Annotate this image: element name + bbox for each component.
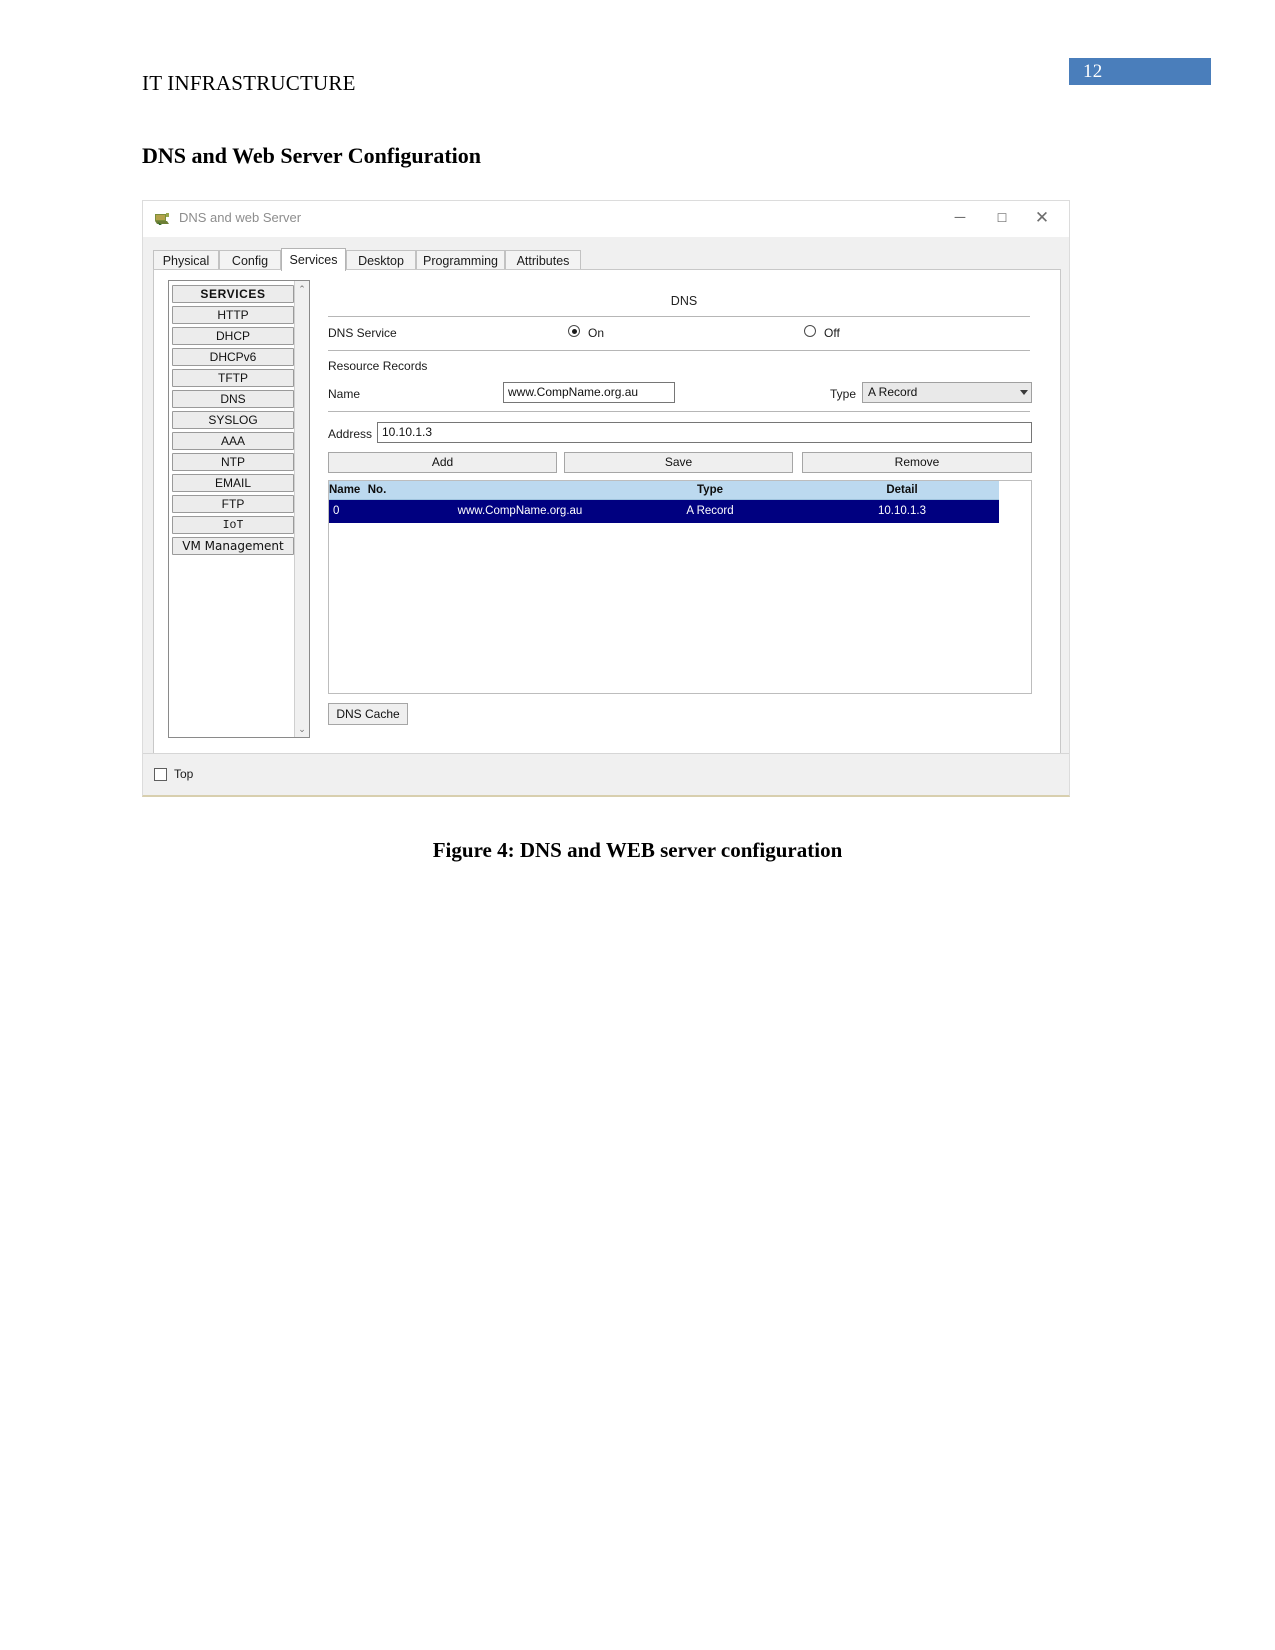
sidebar-item-tftp[interactable]: TFTP <box>172 369 294 387</box>
top-checkbox-label: Top <box>174 767 194 781</box>
tab-desktop[interactable]: Desktop <box>346 250 416 270</box>
sidebar-item-ntp[interactable]: NTP <box>172 453 294 471</box>
tab-attributes[interactable]: Attributes <box>505 250 581 270</box>
resource-records-table: No. Name Type Detail 0 www.CompName.org.… <box>328 480 1032 694</box>
pane-title: DNS <box>670 294 698 308</box>
record-type-select[interactable]: A Record <box>862 382 1032 403</box>
top-checkbox[interactable] <box>154 768 167 781</box>
name-label: Name <box>328 387 361 401</box>
address-label: Address <box>328 427 373 441</box>
sidebar-header-services: SERVICES <box>172 285 294 303</box>
dns-service-off-radio[interactable] <box>804 325 816 337</box>
cell-name: www.CompName.org.au <box>457 505 583 517</box>
type-label: Type <box>830 387 857 401</box>
tab-config[interactable]: Config <box>219 250 281 270</box>
scroll-up-icon[interactable]: ⌃ <box>295 282 309 296</box>
section-heading: DNS and Web Server Configuration <box>142 143 482 168</box>
server-device-icon <box>153 210 171 228</box>
figure-caption: Figure 4: DNS and WEB server configurati… <box>432 838 843 862</box>
sidebar-scrollbar[interactable]: ⌃ ⌄ <box>294 281 309 737</box>
dns-service-on-label: On <box>588 326 605 340</box>
window-titlebar: DNS and web Server ─ ☐ ✕ <box>143 201 1069 237</box>
sidebar-item-aaa[interactable]: AAA <box>172 432 294 450</box>
column-header-name: Name <box>329 484 361 496</box>
tabstrip: Physical Config Services Desktop Program… <box>153 248 1061 271</box>
remove-button[interactable]: Remove <box>802 452 1032 473</box>
cell-type: A Record <box>686 505 734 517</box>
resource-records-label: Resource Records <box>328 359 428 373</box>
dns-service-label: DNS Service <box>328 326 397 340</box>
packet-tracer-device-window: DNS and web Server ─ ☐ ✕ Physical Config… <box>142 200 1070 797</box>
dns-service-on-radio[interactable] <box>568 325 580 337</box>
dns-settings-pane: DNS DNS Service On Off Resource Records … <box>326 280 1042 738</box>
table-header-row: No. Name Type Detail <box>329 481 999 500</box>
tab-physical[interactable]: Physical <box>153 250 219 270</box>
sidebar-item-ftp[interactable]: FTP <box>172 495 294 513</box>
cell-detail: 10.10.1.3 <box>878 505 926 517</box>
tab-programming[interactable]: Programming <box>416 250 505 270</box>
close-button[interactable]: ✕ <box>1021 201 1063 235</box>
sidebar-item-http[interactable]: HTTP <box>172 306 294 324</box>
services-list: SERVICES HTTP DHCP DHCPv6 TFTP DNS SYSLO… <box>172 285 294 558</box>
column-header-type: Type <box>697 484 723 496</box>
window-status-bar: Top <box>143 753 1069 795</box>
chevron-down-icon <box>1020 390 1028 395</box>
tab-services[interactable]: Services <box>281 248 346 271</box>
services-body-panel: SERVICES HTTP DHCP DHCPv6 TFTP DNS SYSLO… <box>153 269 1061 754</box>
divider-under-title <box>328 316 1030 317</box>
divider-under-name <box>328 411 1030 412</box>
table-row[interactable]: 0 www.CompName.org.au A Record 10.10.1.3 <box>329 500 999 523</box>
scroll-down-icon[interactable]: ⌄ <box>295 722 309 736</box>
record-address-input[interactable]: 10.10.1.3 <box>377 422 1032 443</box>
maximize-button[interactable]: ☐ <box>981 201 1023 235</box>
sidebar-item-email[interactable]: EMAIL <box>172 474 294 492</box>
sidebar-item-dns[interactable]: DNS <box>172 390 294 408</box>
sidebar-item-syslog[interactable]: SYSLOG <box>172 411 294 429</box>
running-head: IT INFRASTRUCTURE <box>142 71 356 95</box>
column-header-detail: Detail <box>886 484 918 496</box>
sidebar-item-iot[interactable]: IoT <box>172 516 294 534</box>
page-number-badge: 12 <box>1069 58 1211 85</box>
sidebar-item-dhcp[interactable]: DHCP <box>172 327 294 345</box>
save-button[interactable]: Save <box>564 452 793 473</box>
window-title: DNS and web Server <box>179 210 302 225</box>
cell-no: 0 <box>333 505 340 517</box>
dns-cache-button[interactable]: DNS Cache <box>328 703 408 725</box>
record-type-value: A Record <box>868 385 918 399</box>
dns-service-off-label: Off <box>824 326 840 340</box>
sidebar-item-vm-management[interactable]: VM Management <box>172 537 294 555</box>
services-sidebar: SERVICES HTTP DHCP DHCPv6 TFTP DNS SYSLO… <box>168 280 310 738</box>
record-name-input[interactable]: www.CompName.org.au <box>503 382 675 403</box>
sidebar-item-dhcpv6[interactable]: DHCPv6 <box>172 348 294 366</box>
divider-under-service <box>328 350 1030 351</box>
minimize-button[interactable]: ─ <box>939 201 981 235</box>
add-button[interactable]: Add <box>328 452 557 473</box>
